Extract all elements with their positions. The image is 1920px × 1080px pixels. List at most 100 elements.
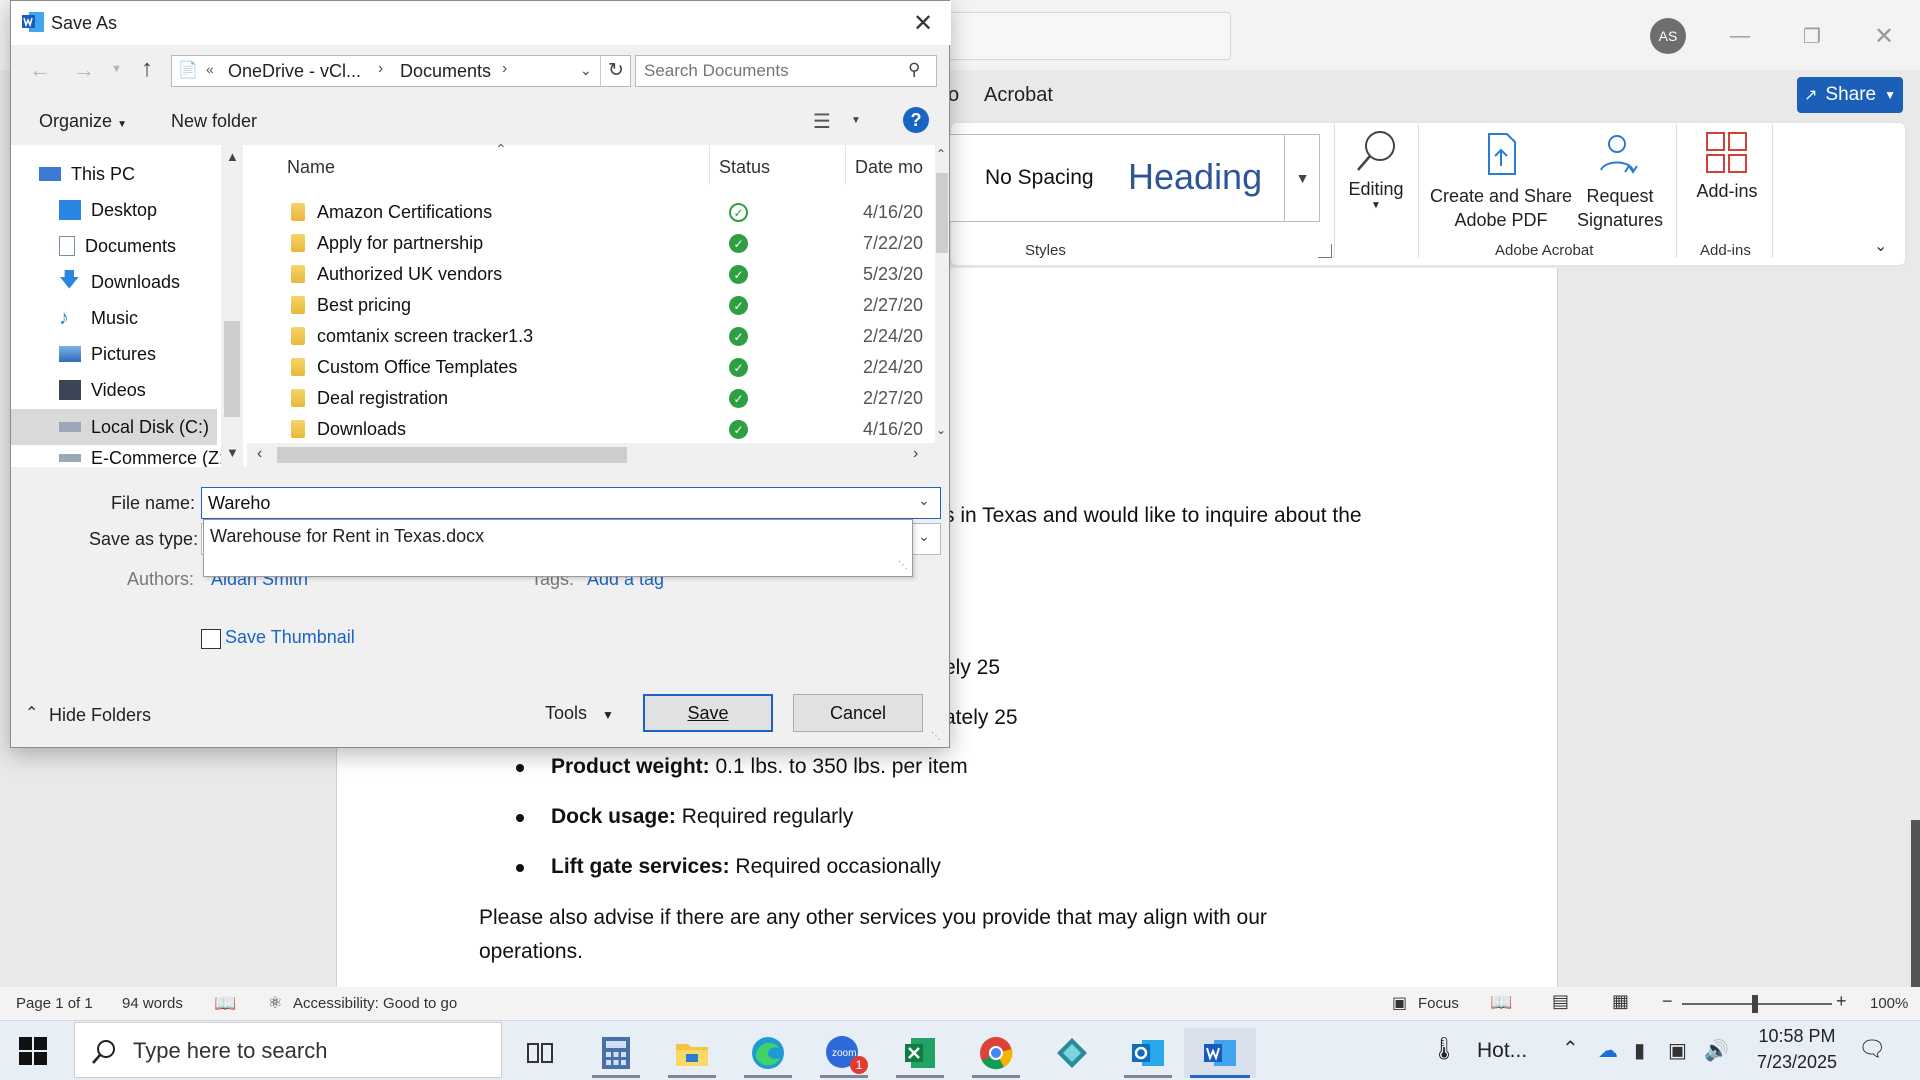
file-row[interactable]: Apply for partnership ✓ 7/22/202 (247, 228, 923, 259)
file-row[interactable]: Deal registration ✓ 2/27/202 (247, 383, 923, 414)
read-mode-icon[interactable]: 📖 (1490, 992, 1512, 1013)
file-name-input[interactable] (208, 492, 898, 514)
share-button[interactable]: ↗ Share ▼ (1797, 77, 1903, 113)
print-layout-icon[interactable]: ▤ (1552, 991, 1569, 1012)
page-count[interactable]: Page 1 of 1 (16, 995, 93, 1012)
file-row[interactable]: Custom Office Templates ✓ 2/24/202 (247, 352, 923, 383)
new-folder-button[interactable]: New folder (171, 111, 257, 132)
scroll-right-icon[interactable]: › (913, 445, 918, 463)
nav-item-videos[interactable]: Videos (59, 375, 146, 405)
save-thumbnail-text[interactable]: Save Thumbnail (225, 627, 355, 647)
tools-button[interactable]: Tools ▼ (545, 703, 614, 724)
chevron-right-icon[interactable]: › (502, 60, 507, 78)
excel-icon[interactable] (890, 1028, 950, 1078)
notification-center-icon[interactable]: 🗨 (1858, 1036, 1886, 1062)
editing-button[interactable]: Editing ▼ (1338, 126, 1414, 211)
nav-item-pictures[interactable]: Pictures (59, 339, 156, 369)
autocomplete-suggestion[interactable]: Warehouse for Rent in Texas.docx (210, 526, 484, 547)
nav-item-music[interactable]: ♪ Music (59, 303, 138, 333)
nav-scrollbar[interactable]: ▲ ▼ (221, 145, 243, 467)
file-list-hscrollbar[interactable]: ‹ › (247, 443, 949, 467)
scroll-up-icon[interactable]: ⌃ (936, 147, 946, 161)
chevron-down-icon[interactable]: ▼ (851, 115, 861, 126)
task-view-icon[interactable] (510, 1028, 570, 1078)
zoom-slider-thumb[interactable] (1752, 995, 1758, 1013)
chevron-right-icon[interactable]: › (378, 60, 383, 78)
file-row[interactable]: Best pricing ✓ 2/27/202 (247, 290, 923, 321)
word-count[interactable]: 94 words (122, 995, 183, 1012)
back-arrow-icon[interactable]: ← (29, 57, 51, 83)
nav-item-this-pc[interactable]: This PC (39, 159, 135, 189)
request-signatures-button[interactable]: Request Signatures (1568, 130, 1672, 232)
edge-browser-icon[interactable] (738, 1028, 798, 1078)
focus-icon[interactable]: ▣ (1392, 993, 1407, 1013)
add-ins-button[interactable]: Add-ins (1682, 130, 1772, 202)
hide-folders-button[interactable]: Hide Folders (49, 705, 151, 726)
word-search-box[interactable] (946, 12, 1231, 60)
onedrive-icon[interactable]: ☁ (1598, 1038, 1618, 1063)
file-list-vscrollbar[interactable]: ⌃ ⌄ (935, 145, 949, 443)
chevron-down-icon[interactable]: ⌄ (918, 528, 930, 545)
focus-label[interactable]: Focus (1418, 995, 1459, 1012)
column-divider[interactable] (709, 145, 710, 185)
column-header-status[interactable]: Status (719, 157, 770, 178)
battery-icon[interactable]: ▮ (1634, 1038, 1645, 1063)
web-layout-icon[interactable]: ▦ (1612, 991, 1629, 1012)
resize-grip-icon[interactable]: ⋱ (898, 560, 908, 571)
column-header-name[interactable]: Name (287, 157, 335, 178)
search-input[interactable] (644, 60, 894, 82)
nav-scrollbar-thumb[interactable] (224, 321, 240, 417)
nav-item-downloads[interactable]: 🡇 Downloads (59, 267, 180, 297)
file-explorer-icon[interactable] (662, 1028, 722, 1078)
help-icon[interactable]: ? (903, 107, 929, 133)
column-divider[interactable] (845, 145, 846, 185)
accessibility-icon[interactable]: ⚛ (268, 993, 282, 1013)
weather-text[interactable]: Hot... (1477, 1039, 1527, 1063)
breadcrumb-onedrive[interactable]: OneDrive - vCl... (228, 61, 361, 82)
style-no-spacing[interactable]: No Spacing (985, 166, 1094, 190)
refresh-icon[interactable]: ↻ (608, 59, 624, 82)
file-row[interactable]: Authorized UK vendors ✓ 5/23/202 (247, 259, 923, 290)
zoom-app-icon[interactable]: zoom 1 (814, 1028, 874, 1078)
save-button[interactable]: Save (643, 694, 773, 732)
chevron-down-icon[interactable]: ⌄ (580, 62, 592, 79)
recent-locations-icon[interactable]: ▼ (111, 63, 122, 75)
chevron-down-icon[interactable]: ⌄ (918, 492, 930, 509)
network-icon[interactable]: ▣ (1668, 1038, 1687, 1063)
nav-item-documents[interactable]: Documents (59, 231, 176, 261)
column-header-date[interactable]: Date mo (855, 157, 923, 178)
resize-grip-icon[interactable]: ⋱ (931, 731, 941, 742)
taskbar-search-box[interactable]: Type here to search (74, 1022, 502, 1078)
style-heading[interactable]: Heading (1128, 156, 1262, 198)
save-thumbnail-label[interactable]: Save Thumbnail (225, 627, 355, 648)
address-bar[interactable]: 📄 « OneDrive - vCl... › Documents › ⌄ ↻ (171, 55, 631, 87)
forward-arrow-icon[interactable]: → (73, 57, 95, 83)
hscrollbar-thumb[interactable] (277, 447, 627, 463)
scroll-left-icon[interactable]: ‹ (257, 445, 262, 463)
windows-start-icon[interactable] (18, 1036, 48, 1066)
file-row[interactable]: Downloads ✓ 4/16/202 (247, 414, 923, 445)
calculator-icon[interactable] (586, 1028, 646, 1078)
nav-item-local-disk[interactable]: Local Disk (C:) (59, 412, 209, 442)
document-scrollbar-thumb[interactable] (1911, 820, 1920, 1010)
accessibility-status[interactable]: Accessibility: Good to go (293, 995, 457, 1012)
nav-item-desktop[interactable]: Desktop (59, 195, 157, 225)
tab-acrobat[interactable]: Acrobat (984, 84, 1053, 107)
breadcrumb-documents[interactable]: Documents (400, 61, 491, 82)
chevron-down-icon[interactable]: ⌄ (1874, 236, 1887, 256)
create-share-pdf-button[interactable]: Create and Share Adobe PDF (1428, 130, 1574, 232)
organize-button[interactable]: Organize ▼ (39, 111, 127, 132)
file-row[interactable]: comtanix screen tracker1.3 ✓ 2/24/202 (247, 321, 923, 352)
weather-icon[interactable]: 🌡 (1430, 1036, 1458, 1062)
account-avatar[interactable]: AS (1650, 18, 1686, 54)
dialog-launcher-icon[interactable] (1318, 244, 1332, 258)
breadcrumb-overflow-icon[interactable]: « (206, 61, 214, 77)
zoom-in-icon[interactable]: + (1836, 991, 1847, 1012)
scroll-down-icon[interactable]: ⌄ (936, 423, 946, 437)
chevron-up-icon[interactable]: ⌃ (1562, 1036, 1579, 1061)
zoom-out-icon[interactable]: − (1662, 991, 1673, 1012)
nav-item-e-commerce[interactable]: E-Commerce (Z:) (59, 448, 230, 468)
close-icon[interactable]: ✕ (913, 9, 933, 38)
search-documents-box[interactable]: ⚲ (635, 55, 937, 87)
volume-icon[interactable]: 🔊 (1704, 1038, 1729, 1063)
